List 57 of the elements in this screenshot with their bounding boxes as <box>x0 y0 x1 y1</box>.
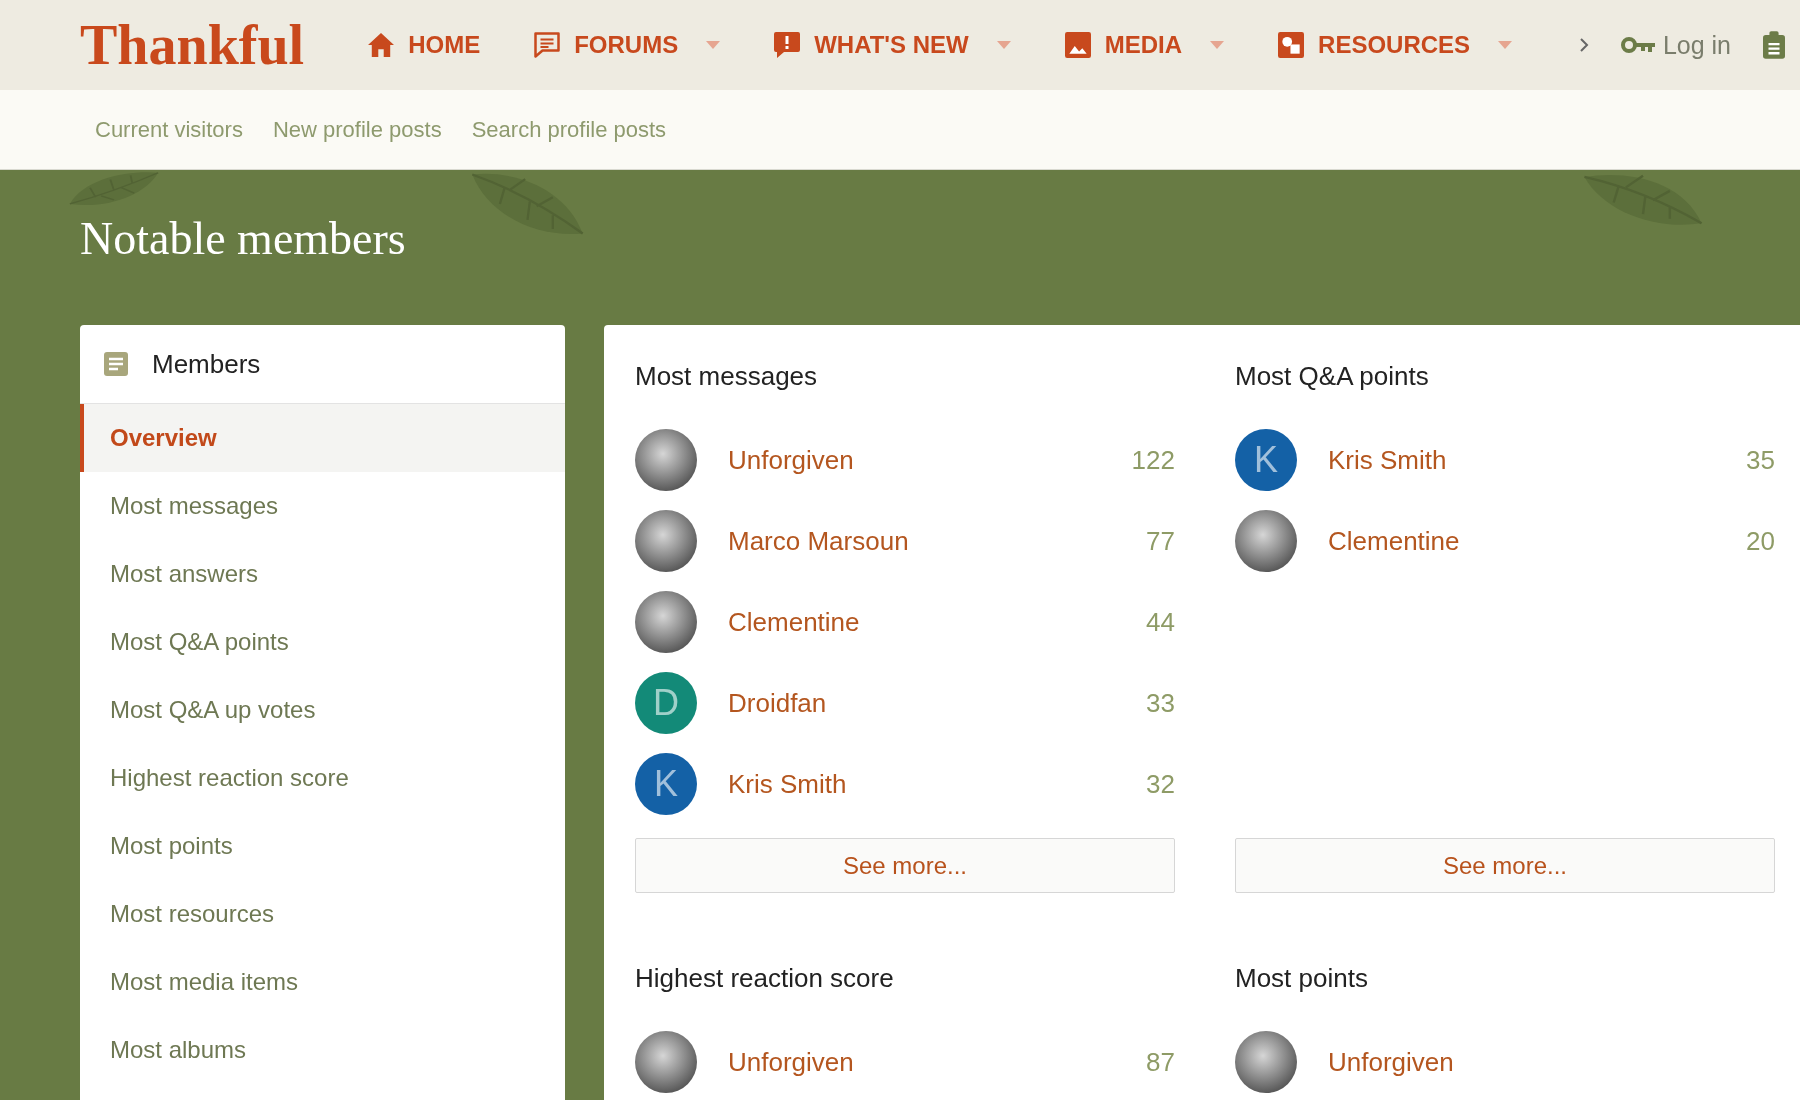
site-logo[interactable]: Thankful <box>80 17 305 73</box>
sidebar-item[interactable]: Most Q&A points <box>80 608 565 676</box>
home-icon <box>368 32 395 58</box>
speech-bubble-icon <box>534 32 561 58</box>
sidebar-item[interactable]: Highest reaction score <box>80 744 565 812</box>
nav-link[interactable]: HOME <box>368 31 481 59</box>
sidebar-item[interactable]: Overview <box>80 404 565 472</box>
member-count: 122 <box>1131 444 1175 476</box>
member-name-link[interactable]: Clementine <box>1328 525 1460 557</box>
member-name-link[interactable]: Unforgiven <box>728 1046 854 1078</box>
sidebar-item[interactable]: Most points <box>80 812 565 880</box>
sidebar-item[interactable]: Most Q&A up votes <box>80 676 565 744</box>
nav-link[interactable]: FORUMS <box>534 31 679 59</box>
see-more-button[interactable]: See more... <box>635 838 1175 893</box>
sub-navigation-link[interactable]: Current visitors <box>95 116 243 143</box>
member-count: 33 <box>1146 687 1175 719</box>
nav-link[interactable]: MEDIA <box>1064 31 1183 59</box>
nav-link[interactable]: RESOURCES <box>1278 31 1471 59</box>
member-name-link[interactable]: Kris Smith <box>1328 444 1447 476</box>
section-heading: Highest reaction score <box>635 962 894 994</box>
sub-navigation-link[interactable]: Search profile posts <box>471 116 667 143</box>
sidebar-item[interactable]: Most messages <box>80 472 565 540</box>
member-name-link[interactable]: Droidfan <box>728 687 827 719</box>
letter-avatar[interactable]: K <box>635 753 697 815</box>
member-count: 35 <box>1746 444 1775 476</box>
sidebar-item[interactable]: Most media items <box>80 948 565 1016</box>
member-name-link[interactable]: Unforgiven <box>1328 1046 1454 1078</box>
member-count: 77 <box>1146 525 1175 557</box>
nav-link[interactable]: WHAT'S NEW <box>774 31 969 59</box>
member-count: 32 <box>1146 768 1175 800</box>
sidebar-item[interactable]: Most albums <box>80 1016 565 1084</box>
member-count: 87 <box>1146 1046 1175 1078</box>
member-name-link[interactable]: Clementine <box>728 606 860 638</box>
sidebar-title: Members <box>152 348 261 380</box>
sidebar-item[interactable]: Most answers <box>80 540 565 608</box>
section-heading: Most Q&A points <box>1235 360 1429 392</box>
section-heading: Most messages <box>635 360 818 392</box>
clipboard-icon[interactable] <box>1763 31 1785 59</box>
member-name-link[interactable]: Unforgiven <box>728 444 854 476</box>
sidebar-item[interactable]: Most resources <box>80 880 565 948</box>
document-icon <box>104 352 128 376</box>
shapes-icon <box>1278 32 1305 58</box>
member-name-link[interactable]: Marco Marsoun <box>728 525 909 557</box>
member-name-link[interactable]: Kris Smith <box>728 768 847 800</box>
member-count: 44 <box>1146 606 1175 638</box>
letter-avatar[interactable]: D <box>635 672 697 734</box>
chevron-right-icon[interactable] <box>1578 37 1589 53</box>
see-more-button[interactable]: See more... <box>1235 838 1775 893</box>
image-icon <box>1064 32 1091 58</box>
page-title: Notable members <box>80 212 406 266</box>
alert-bubble-icon <box>774 32 801 58</box>
sub-navigation-link[interactable]: New profile posts <box>272 116 442 143</box>
login-link[interactable]: Log in <box>1620 30 1731 60</box>
section-heading: Most points <box>1235 962 1368 994</box>
key-icon <box>1620 36 1655 54</box>
letter-avatar[interactable]: K <box>1235 429 1297 491</box>
member-count: 20 <box>1746 525 1775 557</box>
